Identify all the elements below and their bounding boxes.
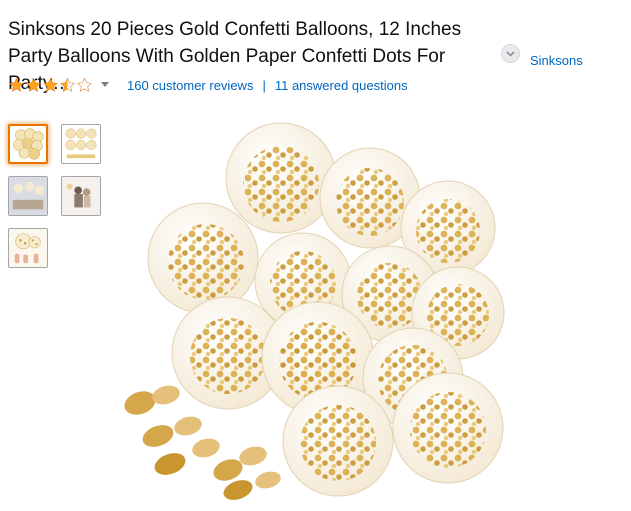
star-empty-icon xyxy=(77,77,92,92)
customer-reviews-link[interactable]: 160 customer reviews xyxy=(127,78,253,93)
star-full-icon xyxy=(26,77,41,92)
separator: | xyxy=(262,77,266,93)
expand-title-button[interactable] xyxy=(501,44,520,63)
brand-link[interactable]: Sinksons xyxy=(530,53,583,68)
people-photo-thumbnail-image xyxy=(62,177,100,215)
chevron-down-icon xyxy=(506,50,515,57)
party-photo-thumbnail-image xyxy=(9,177,47,215)
thumbnail-5[interactable] xyxy=(8,228,48,268)
thumbnail-4[interactable] xyxy=(61,176,101,216)
rating-row: 160 customer reviews | 11 answered quest… xyxy=(8,76,408,94)
star-full-icon xyxy=(9,77,24,92)
thumbnail-3[interactable] xyxy=(8,176,48,216)
caret-down-icon[interactable] xyxy=(101,82,109,88)
answered-questions-link[interactable]: 11 answered questions xyxy=(275,78,408,93)
confetti-thumbnail-image xyxy=(9,229,47,267)
star-full-icon xyxy=(43,77,58,92)
star-half-icon xyxy=(60,77,75,92)
thumbnail-1[interactable] xyxy=(8,124,48,164)
main-product-image[interactable] xyxy=(118,118,513,511)
star-rating[interactable] xyxy=(8,77,93,93)
balloons-thumbnail-image xyxy=(13,128,44,160)
thumbnail-2[interactable] xyxy=(61,124,101,164)
balloons-thumbnail-image xyxy=(65,128,97,159)
